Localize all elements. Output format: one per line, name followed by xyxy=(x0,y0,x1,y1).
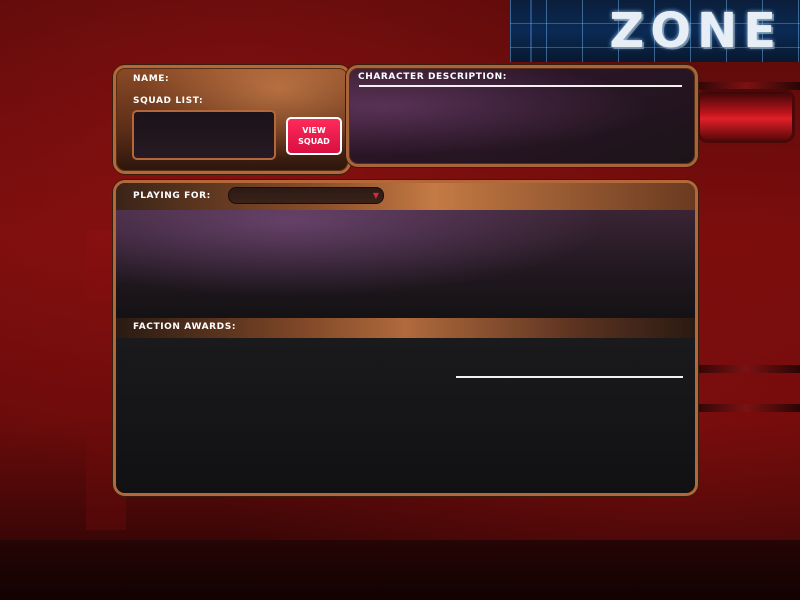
playing-for-header: PLAYING FOR: ▼ xyxy=(116,183,695,211)
faction-awards-area xyxy=(116,338,695,493)
red-bar-decoration xyxy=(700,92,792,140)
squad-list-label: SQUAD LIST: xyxy=(133,96,204,106)
character-description-label: CHARACTER DESCRIPTION: xyxy=(358,72,508,82)
logo-text: ZONE xyxy=(609,3,782,59)
zone-logo: ZONE xyxy=(510,0,800,62)
view-squad-label-line1: VIEW xyxy=(302,126,326,135)
bottom-band xyxy=(0,540,800,600)
name-label: NAME: xyxy=(133,74,170,84)
faction-awards-label: FACTION AWARDS: xyxy=(133,322,237,332)
squad-list[interactable] xyxy=(132,110,276,160)
character-description-divider xyxy=(359,85,682,87)
faction-panel: PLAYING FOR: ▼ FACTION AWARDS: xyxy=(113,180,698,496)
character-description-panel: CHARACTER DESCRIPTION: xyxy=(346,65,698,167)
background-stripe xyxy=(692,82,800,90)
playing-for-dropdown[interactable]: ▼ xyxy=(228,187,384,204)
view-squad-button[interactable]: VIEW SQUAD xyxy=(286,117,342,155)
faction-awards-divider xyxy=(456,376,683,378)
playing-for-label: PLAYING FOR: xyxy=(133,191,211,201)
playing-for-area xyxy=(116,210,695,318)
view-squad-label-line2: SQUAD xyxy=(298,137,330,146)
background-stripe xyxy=(692,404,800,412)
background-stripe xyxy=(692,365,800,373)
chevron-down-icon: ▼ xyxy=(372,191,379,200)
profile-panel: NAME: SQUAD LIST: VIEW SQUAD xyxy=(113,65,351,174)
faction-awards-header: FACTION AWARDS: xyxy=(116,318,695,338)
